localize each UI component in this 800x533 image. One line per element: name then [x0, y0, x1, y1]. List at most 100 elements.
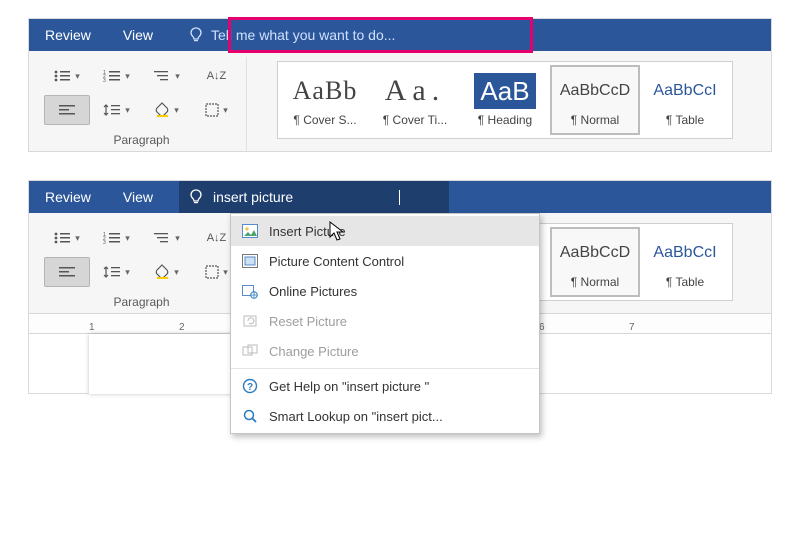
- image-icon: [241, 222, 259, 240]
- multilevel-list-button[interactable]: ▾: [144, 61, 190, 91]
- bullets-button[interactable]: ▾: [44, 61, 90, 91]
- ruler-mark: 6: [539, 322, 629, 333]
- svg-text:3: 3: [103, 78, 106, 83]
- tab-strip: Review View: [29, 181, 771, 213]
- tab-strip: Review View Tell me what you want to do.…: [29, 19, 771, 51]
- menu-separator: [231, 368, 539, 369]
- chevron-down-icon: ▾: [175, 233, 180, 244]
- style-preview: Aa.: [385, 73, 445, 109]
- style-preview: AaBbCcD: [560, 235, 630, 271]
- tell-me-results-menu: Insert Picture Picture Content Control O…: [230, 213, 540, 434]
- borders-button[interactable]: ▾: [194, 95, 240, 125]
- paragraph-buttons: ▾ 123 ▾ ▾ A↓Z ▾: [44, 219, 240, 287]
- help-icon: ?: [241, 377, 259, 395]
- chevron-down-icon: ▾: [125, 233, 130, 244]
- group-paragraph: ▾ 123 ▾ ▾ A↓Z ▾: [37, 219, 247, 313]
- ribbon-panel-after: Review View ▾ 123 ▾: [28, 180, 772, 394]
- svg-text:?: ?: [247, 382, 253, 393]
- tell-me-search[interactable]: Tell me what you want to do...: [179, 19, 409, 51]
- reset-icon: [241, 312, 259, 330]
- menu-item-insert-picture[interactable]: Insert Picture: [231, 216, 539, 246]
- menu-item-picture-content-control[interactable]: Picture Content Control: [231, 246, 539, 276]
- align-left-button[interactable]: [44, 257, 90, 287]
- ribbon-body: ▾ 123 ▾ ▾ A↓Z ▾: [29, 51, 771, 151]
- globe-icon: [241, 282, 259, 300]
- style-caption: ¶ Cover Ti...: [383, 113, 447, 127]
- sort-glyph: A↓Z: [207, 232, 227, 244]
- chevron-down-icon: ▾: [75, 233, 80, 244]
- shading-button[interactable]: ▾: [144, 257, 190, 287]
- menu-item-label: Smart Lookup on "insert pict...: [269, 409, 443, 424]
- bullets-button[interactable]: ▾: [44, 223, 90, 253]
- chevron-down-icon: ▾: [175, 71, 180, 82]
- ribbon-panel-before: Review View Tell me what you want to do.…: [28, 18, 772, 152]
- style-table[interactable]: AaBbCcI ¶ Table: [640, 227, 730, 297]
- tell-me-placeholder: Tell me what you want to do...: [211, 27, 395, 43]
- menu-item-label: Get Help on "insert picture ": [269, 379, 429, 394]
- chevron-down-icon: ▾: [174, 105, 179, 116]
- tell-me-search-active[interactable]: [179, 181, 449, 213]
- chevron-down-icon: ▾: [125, 105, 130, 116]
- style-normal[interactable]: AaBbCcD ¶ Normal: [550, 65, 640, 135]
- ruler-mark: 7: [629, 322, 719, 333]
- menu-item-smart-lookup[interactable]: Smart Lookup on "insert pict...: [231, 401, 539, 431]
- chevron-down-icon: ▾: [125, 71, 130, 82]
- tab-view[interactable]: View: [107, 19, 169, 51]
- style-caption: ¶ Heading: [478, 113, 532, 127]
- chevron-down-icon: ▾: [174, 267, 179, 278]
- group-paragraph: ▾ 123 ▾ ▾ A↓Z ▾: [37, 57, 247, 151]
- styles-gallery[interactable]: AaBb ¶ Cover S... Aa. ¶ Cover Ti... AaB …: [277, 61, 733, 139]
- tab-review[interactable]: Review: [29, 19, 107, 51]
- chevron-down-icon: ▾: [223, 267, 228, 278]
- style-caption: ¶ Table: [666, 113, 704, 127]
- menu-item-label: Reset Picture: [269, 314, 347, 329]
- tab-review[interactable]: Review: [29, 181, 107, 213]
- menu-item-get-help[interactable]: ? Get Help on "insert picture ": [231, 371, 539, 401]
- style-cover-title[interactable]: Aa. ¶ Cover Ti...: [370, 65, 460, 135]
- lightbulb-icon: [189, 189, 203, 205]
- menu-item-change-picture: Change Picture: [231, 336, 539, 366]
- group-label-paragraph: Paragraph: [113, 129, 169, 147]
- style-preview: AaBb: [293, 73, 358, 109]
- style-caption: ¶ Normal: [571, 113, 619, 127]
- group-label-paragraph: Paragraph: [113, 291, 169, 309]
- chevron-down-icon: ▾: [125, 267, 130, 278]
- menu-item-label: Insert Picture: [269, 224, 346, 239]
- style-caption: ¶ Cover S...: [293, 113, 356, 127]
- menu-item-online-pictures[interactable]: Online Pictures: [231, 276, 539, 306]
- numbering-button[interactable]: 123 ▾: [94, 223, 140, 253]
- style-preview: AaBbCcI: [653, 73, 716, 109]
- sort-glyph: A↓Z: [207, 70, 227, 82]
- multilevel-list-button[interactable]: ▾: [144, 223, 190, 253]
- numbering-button[interactable]: 123 ▾: [94, 61, 140, 91]
- lookup-icon: [241, 407, 259, 425]
- style-table[interactable]: AaBbCcI ¶ Table: [640, 65, 730, 135]
- paragraph-buttons: ▾ 123 ▾ ▾ A↓Z ▾: [44, 57, 240, 125]
- style-preview: AaB: [474, 73, 535, 109]
- style-caption: ¶ Normal: [571, 275, 619, 289]
- chevron-down-icon: ▾: [75, 71, 80, 82]
- style-preview: AaBbCcI: [653, 235, 716, 271]
- style-heading[interactable]: AaB ¶ Heading: [460, 65, 550, 135]
- tab-view[interactable]: View: [107, 181, 169, 213]
- line-spacing-button[interactable]: ▾: [94, 95, 140, 125]
- style-normal[interactable]: AaBbCcD ¶ Normal: [550, 227, 640, 297]
- change-icon: [241, 342, 259, 360]
- control-icon: [241, 252, 259, 270]
- sort-button[interactable]: A↓Z: [194, 61, 240, 91]
- text-caret: [399, 190, 400, 205]
- menu-item-label: Picture Content Control: [269, 254, 404, 269]
- group-styles: AaBb ¶ Cover S... Aa. ¶ Cover Ti... AaB …: [247, 57, 763, 151]
- style-cover-subtitle[interactable]: AaBb ¶ Cover S...: [280, 65, 370, 135]
- align-left-button[interactable]: [44, 95, 90, 125]
- menu-item-label: Online Pictures: [269, 284, 357, 299]
- style-caption: ¶ Table: [666, 275, 704, 289]
- tell-me-input[interactable]: [211, 188, 391, 206]
- menu-item-label: Change Picture: [269, 344, 359, 359]
- shading-button[interactable]: ▾: [144, 95, 190, 125]
- style-preview: AaBbCcD: [560, 73, 630, 109]
- svg-text:3: 3: [103, 240, 106, 245]
- chevron-down-icon: ▾: [223, 105, 228, 116]
- lightbulb-icon: [189, 27, 203, 43]
- line-spacing-button[interactable]: ▾: [94, 257, 140, 287]
